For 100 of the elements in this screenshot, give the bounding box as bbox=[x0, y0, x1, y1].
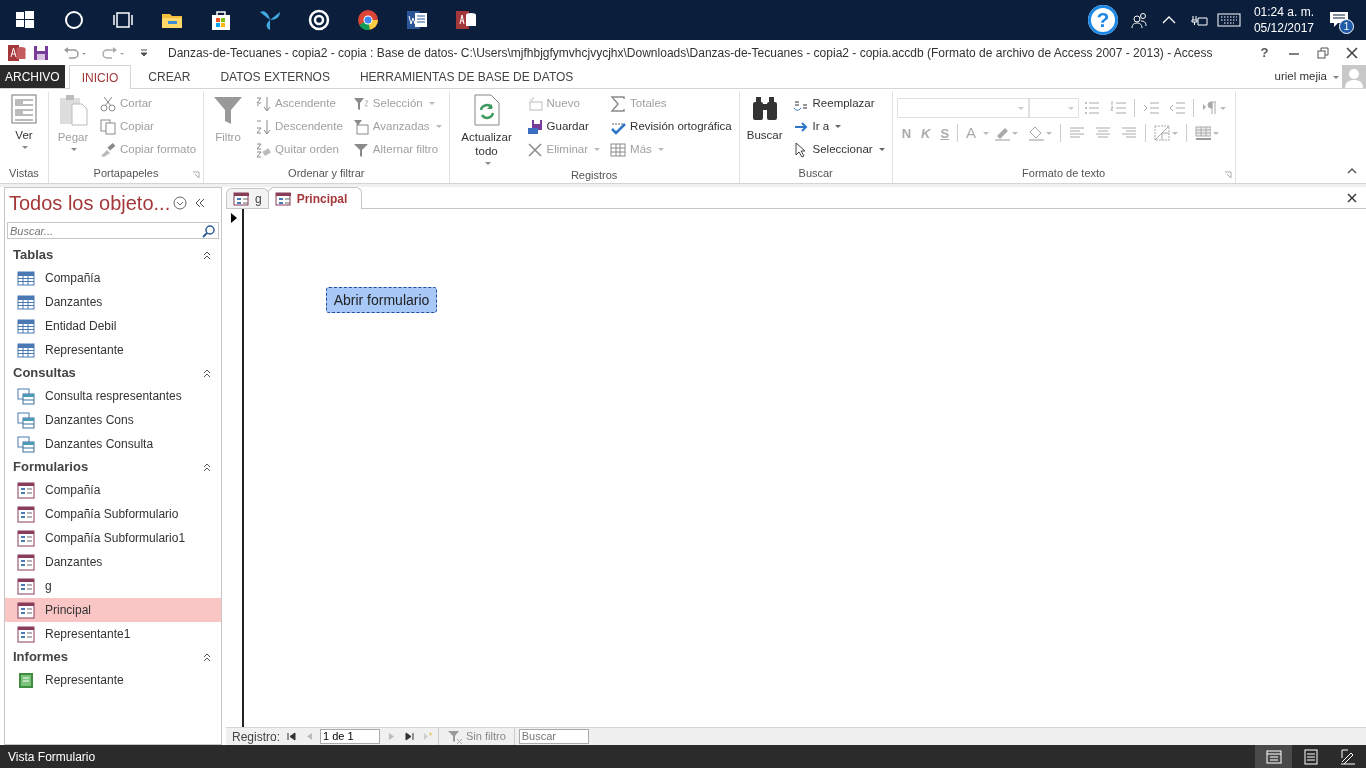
copy-icon bbox=[100, 118, 116, 135]
close-icon bbox=[1346, 193, 1357, 203]
query-icon bbox=[17, 387, 35, 405]
next-record-icon bbox=[386, 732, 396, 741]
bullet-list-icon bbox=[1083, 100, 1100, 116]
navigation-item[interactable]: Consulta respresentantes bbox=[5, 384, 221, 408]
navigation-item[interactable]: Danzantes bbox=[5, 290, 221, 314]
ribbon-button[interactable]: Revisión ortográfica bbox=[607, 115, 735, 138]
ribbon-tab[interactable]: DATOS EXTERNOS bbox=[207, 65, 343, 88]
database-app-icon bbox=[453, 8, 478, 32]
navigation-item[interactable]: Representante bbox=[5, 338, 221, 362]
navigation-item[interactable]: Representante1 bbox=[5, 622, 221, 646]
form-icon bbox=[17, 553, 35, 571]
colored-circle-icon bbox=[355, 8, 380, 32]
clock-date: 05/12/2017 bbox=[1253, 20, 1314, 36]
paintbrush-icon bbox=[100, 141, 116, 158]
undo-icon bbox=[63, 45, 87, 61]
table-icon bbox=[17, 341, 35, 359]
notification-badge: 1 bbox=[1339, 19, 1354, 34]
document-tab[interactable]: Principal bbox=[267, 187, 363, 209]
form-icon bbox=[17, 529, 35, 547]
caret-icon bbox=[1012, 131, 1019, 135]
ribbon-button[interactable]: Guardar bbox=[523, 115, 604, 138]
navigation-item[interactable]: g bbox=[5, 574, 221, 598]
file-menu-button[interactable]: ARCHIVO bbox=[0, 65, 65, 88]
window-title: Danzas-de-Tecuanes - copia2 - copia : Base de datos- C:\Users\mjfhbjgfymvhcjvycjhx\Downloads\Danzas-de-Tecuanes - copia2 - copia.accdb (Formato de archivo de Access 2007 - 2013) - Access bbox=[168, 45, 1213, 62]
account-button[interactable]: uriel mejia bbox=[1271, 66, 1342, 88]
chevron-down-icon bbox=[173, 196, 188, 210]
navigation-item[interactable]: Entidad Debil bbox=[5, 314, 221, 338]
clock-time: 01:24 a. m. bbox=[1253, 4, 1314, 20]
table-icon bbox=[17, 317, 35, 335]
search-field[interactable]: Buscar bbox=[518, 729, 589, 744]
document-tab[interactable]: g bbox=[226, 188, 269, 208]
group-header[interactable]: Consultas bbox=[5, 362, 221, 384]
group-header[interactable]: Tablas bbox=[5, 244, 221, 266]
navigation-item[interactable]: Danzantes Consulta bbox=[5, 432, 221, 456]
query-icon bbox=[17, 411, 35, 429]
delete-icon bbox=[526, 141, 543, 158]
query-icon bbox=[17, 435, 35, 453]
save-icon bbox=[526, 118, 543, 135]
outdent-icon bbox=[1168, 100, 1185, 116]
open-form-button[interactable]: Abrir formulario bbox=[326, 287, 437, 313]
ribbon-button[interactable]: Ir a bbox=[789, 115, 888, 138]
no-filter-icon bbox=[447, 729, 464, 744]
restore-icon bbox=[1316, 47, 1329, 59]
caret-icon bbox=[1172, 131, 1179, 135]
ribbon-tab[interactable]: INICIO bbox=[68, 65, 132, 89]
clipboard-icon bbox=[58, 94, 88, 126]
navigation-item[interactable]: Compañía bbox=[5, 266, 221, 290]
pane-title: Todos los objeto... bbox=[8, 191, 171, 216]
table-fill-icon bbox=[1195, 125, 1212, 142]
form-icon bbox=[17, 577, 35, 595]
ribbon-button[interactable]: Buscar bbox=[743, 92, 786, 144]
ring-icon bbox=[306, 8, 331, 32]
chevron-up-icon bbox=[1346, 167, 1357, 175]
font-size-field[interactable] bbox=[1028, 98, 1079, 118]
paint-bucket-icon bbox=[1028, 125, 1045, 142]
grid-icon bbox=[610, 141, 627, 158]
report-icon bbox=[17, 671, 35, 689]
ribbon-button[interactable]: Reemplazar bbox=[789, 92, 888, 115]
group-header[interactable]: Informes bbox=[5, 646, 221, 668]
font-name-field[interactable] bbox=[896, 98, 1029, 118]
group-label: Buscar bbox=[798, 166, 833, 181]
help-button[interactable]: ? bbox=[1250, 41, 1279, 65]
help-button[interactable]: ? bbox=[1087, 5, 1118, 35]
form-view-icon bbox=[11, 94, 37, 124]
double-chevron-left-icon bbox=[194, 198, 207, 208]
navigation-item[interactable]: Compañía Subformulario bbox=[5, 502, 221, 526]
search-field[interactable]: Buscar... bbox=[7, 222, 219, 239]
form-icon bbox=[274, 191, 291, 206]
ribbon-button[interactable]: Ver bbox=[4, 92, 44, 151]
ribbon-tab[interactable]: CREAR bbox=[135, 65, 204, 88]
layout-view-icon bbox=[1302, 748, 1319, 765]
caret-icon bbox=[1213, 131, 1220, 135]
record-pointer-icon bbox=[230, 213, 238, 223]
navigation-item[interactable]: Danzantes Cons bbox=[5, 408, 221, 432]
sort-descending-icon bbox=[255, 118, 272, 135]
form-icon bbox=[17, 601, 35, 619]
navigation-item[interactable]: Representante bbox=[5, 668, 221, 692]
record-position-field[interactable]: 1 de 1 bbox=[320, 729, 381, 744]
save-icon bbox=[33, 45, 49, 61]
form-icon bbox=[17, 505, 35, 523]
navigation-item[interactable]: Danzantes bbox=[5, 550, 221, 574]
record-label: Registro: bbox=[232, 728, 281, 746]
navigation-item[interactable]: Compañía bbox=[5, 478, 221, 502]
ribbon-button[interactable]: Seleccionar bbox=[789, 138, 888, 161]
redo-icon bbox=[101, 45, 125, 61]
document-icon bbox=[404, 8, 429, 32]
close-icon bbox=[1345, 47, 1358, 59]
sort-ascending-icon bbox=[255, 95, 272, 112]
navigation-item[interactable]: Compañía Subformulario1 bbox=[5, 526, 221, 550]
group-header[interactable]: Formularios bbox=[5, 456, 221, 478]
ribbon-tab[interactable]: HERRAMIENTAS DE BASE DE DATOS bbox=[346, 65, 587, 88]
first-record-icon bbox=[286, 732, 296, 741]
previous-record-icon bbox=[304, 732, 314, 741]
keyboard-icon bbox=[1216, 11, 1241, 29]
gridlines-icon bbox=[1154, 125, 1171, 142]
navigation-item[interactable]: Principal bbox=[5, 598, 221, 622]
ribbon-button[interactable]: Actualizar todo bbox=[453, 92, 520, 167]
group-label: Ordenar y filtrar bbox=[288, 166, 365, 181]
